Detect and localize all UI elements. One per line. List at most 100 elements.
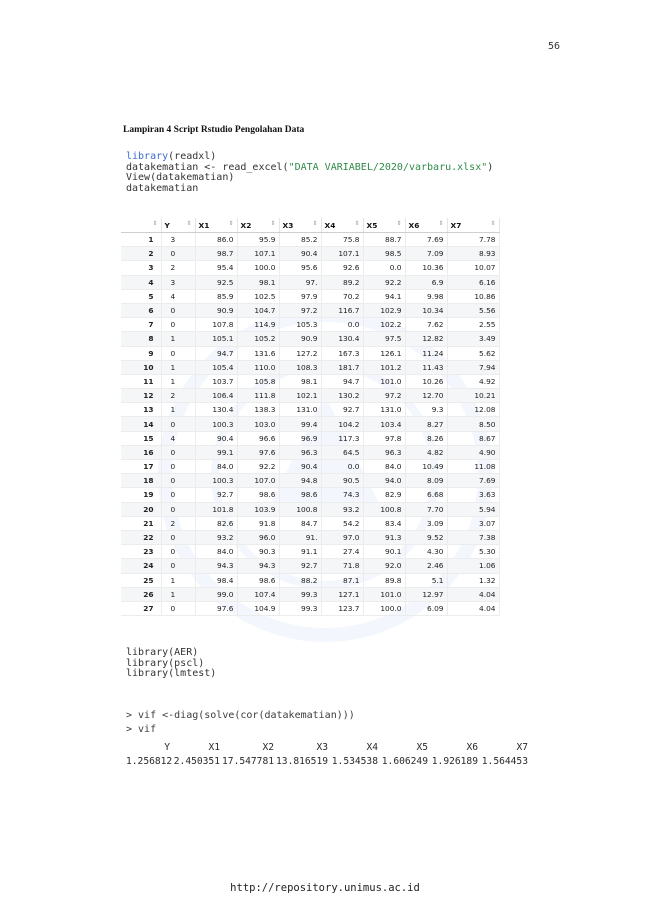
table-cell: 97.2	[363, 388, 406, 404]
table-cell: 0	[161, 473, 196, 489]
table-cell: 105.3	[279, 317, 322, 333]
table-cell: 108.3	[279, 360, 322, 375]
table-row: 4 3 92.5 98.1 97. 89.2 92.2 6.9 6.16	[121, 275, 500, 290]
table-cell: 0	[161, 416, 196, 432]
column-header-y[interactable]: Y ⇕	[161, 218, 196, 233]
table-cell: 104.2	[321, 416, 364, 432]
table-row: 20 0 101.8 103.9 100.8 93.2 100.8 7.70 5.94	[121, 502, 500, 517]
table-cell: 5.94	[447, 502, 500, 517]
table-cell: 90.1	[363, 544, 406, 560]
table-cell: 107.1	[321, 246, 364, 262]
table-cell: 131.0	[363, 402, 406, 418]
table-cell: 0.0	[321, 317, 364, 333]
sort-icon: ⇕	[438, 220, 444, 227]
table-cell: 92.0	[363, 558, 406, 574]
table-row: 10 1 105.4 110.0 108.3 181.7 101.2 11.43 7.94	[121, 360, 500, 375]
table-cell: 100.8	[279, 502, 322, 517]
table-cell: 127.2	[279, 346, 322, 361]
vif-value: 17.547781	[222, 756, 274, 767]
table-cell: 116.7	[321, 303, 364, 319]
table-cell: 4.92	[447, 374, 500, 390]
table-cell: 85.9	[195, 289, 238, 304]
table-cell: 92.6	[321, 260, 364, 276]
table-cell: 105.4	[195, 360, 238, 375]
column-header-x1[interactable]: X1 ⇕	[195, 218, 238, 233]
table-cell: 4.90	[447, 445, 500, 461]
table-cell: 94.7	[321, 374, 364, 390]
table-cell: 4.04	[447, 601, 500, 617]
table-cell: 103.0	[237, 416, 280, 432]
table-cell: 84.0	[195, 459, 238, 475]
table-row: 9 0 94.7 131.6 127.2 167.3 126.1 11.24 5.62	[121, 346, 500, 361]
table-cell: 2	[161, 260, 196, 276]
vif-value: 1.926189	[431, 756, 478, 767]
column-header-x6[interactable]: X6 ⇕	[405, 218, 448, 233]
row-index-cell: 12	[121, 388, 162, 404]
column-header-x3[interactable]: X3 ⇕	[279, 218, 322, 233]
table-cell: 90.3	[237, 544, 280, 560]
table-cell: 10.86	[447, 289, 500, 304]
table-cell: 96.3	[363, 445, 406, 461]
table-cell: 9.3	[405, 402, 448, 418]
table-cell: 90.5	[321, 473, 364, 489]
table-row: 2 0 98.7 107.1 90.4 107.1 98.5 7.09 8.93	[121, 246, 500, 262]
table-cell: 94.0	[363, 473, 406, 489]
table-cell: 90.4	[279, 459, 322, 475]
vif-value: 2.450351	[173, 756, 220, 767]
row-index-cell: 6	[121, 303, 162, 319]
table-row: 23 0 84.0 90.3 91.1 27.4 90.1 4.30 5.30	[121, 544, 500, 560]
code-string: "DATA VARIABEL/2020/varbaru.xlsx"	[288, 161, 488, 173]
table-cell: 97.	[279, 275, 322, 290]
table-cell: 130.4	[321, 331, 364, 347]
table-cell: 0	[161, 530, 196, 546]
column-header-x4[interactable]: X4 ⇕	[321, 218, 364, 233]
column-header-x7[interactable]: X7 ⇕	[447, 218, 500, 233]
table-cell: 2.46	[405, 558, 448, 574]
table-cell: 71.8	[321, 558, 364, 574]
table-cell: 7.38	[447, 530, 500, 546]
table-cell: 7.69	[405, 232, 448, 248]
table-cell: 97.6	[195, 601, 238, 617]
table-cell: 114.9	[237, 317, 280, 333]
table-row: 22 0 93.2 96.0 91. 97.0 91.3 9.52 7.38	[121, 530, 500, 546]
table-row: 24 0 94.3 94.3 92.7 71.8 92.0 2.46 1.06	[121, 558, 500, 574]
vif-name: X6	[466, 742, 478, 753]
table-cell: 111.8	[237, 388, 280, 404]
table-cell: 98.7	[195, 246, 238, 262]
table-cell: 2	[161, 516, 196, 531]
table-cell: 138.3	[237, 402, 280, 418]
table-cell: 83.4	[363, 516, 406, 531]
row-index-cell: 20	[121, 502, 162, 517]
table-cell: 1	[161, 573, 196, 588]
column-header-x2[interactable]: X2 ⇕	[237, 218, 280, 233]
table-cell: 131.0	[279, 402, 322, 418]
table-cell: 130.2	[321, 388, 364, 404]
table-cell: 2	[161, 388, 196, 404]
table-cell: 0	[161, 544, 196, 560]
table-row: 16 0 99.1 97.6 96.3 64.5 96.3 4.82 4.90	[121, 445, 500, 461]
column-header-x5[interactable]: X5 ⇕	[363, 218, 406, 233]
table-cell: 93.2	[321, 502, 364, 517]
table-cell: 94.8	[279, 473, 322, 489]
table-cell: 0	[161, 445, 196, 461]
table-cell: 88.7	[363, 232, 406, 248]
column-header-index[interactable]: ⇕	[121, 218, 162, 233]
table-cell: 82.9	[363, 487, 406, 503]
table-cell: 107.1	[237, 246, 280, 262]
table-cell: 126.1	[363, 346, 406, 361]
console-line: > vif	[126, 724, 157, 735]
table-cell: 127.1	[321, 587, 364, 602]
row-index-cell: 1	[121, 232, 162, 248]
table-cell: 167.3	[321, 346, 364, 361]
table-cell: 131.6	[237, 346, 280, 361]
table-cell: 11.08	[447, 459, 500, 475]
table-cell: 90.4	[195, 431, 238, 446]
table-cell: 130.4	[195, 402, 238, 418]
table-cell: 102.1	[279, 388, 322, 404]
table-cell: 0	[161, 502, 196, 517]
table-cell: 10.36	[405, 260, 448, 276]
table-cell: 103.4	[363, 416, 406, 432]
table-cell: 8.09	[405, 473, 448, 489]
table-cell: 92.2	[363, 275, 406, 290]
code-function: library	[126, 151, 169, 162]
